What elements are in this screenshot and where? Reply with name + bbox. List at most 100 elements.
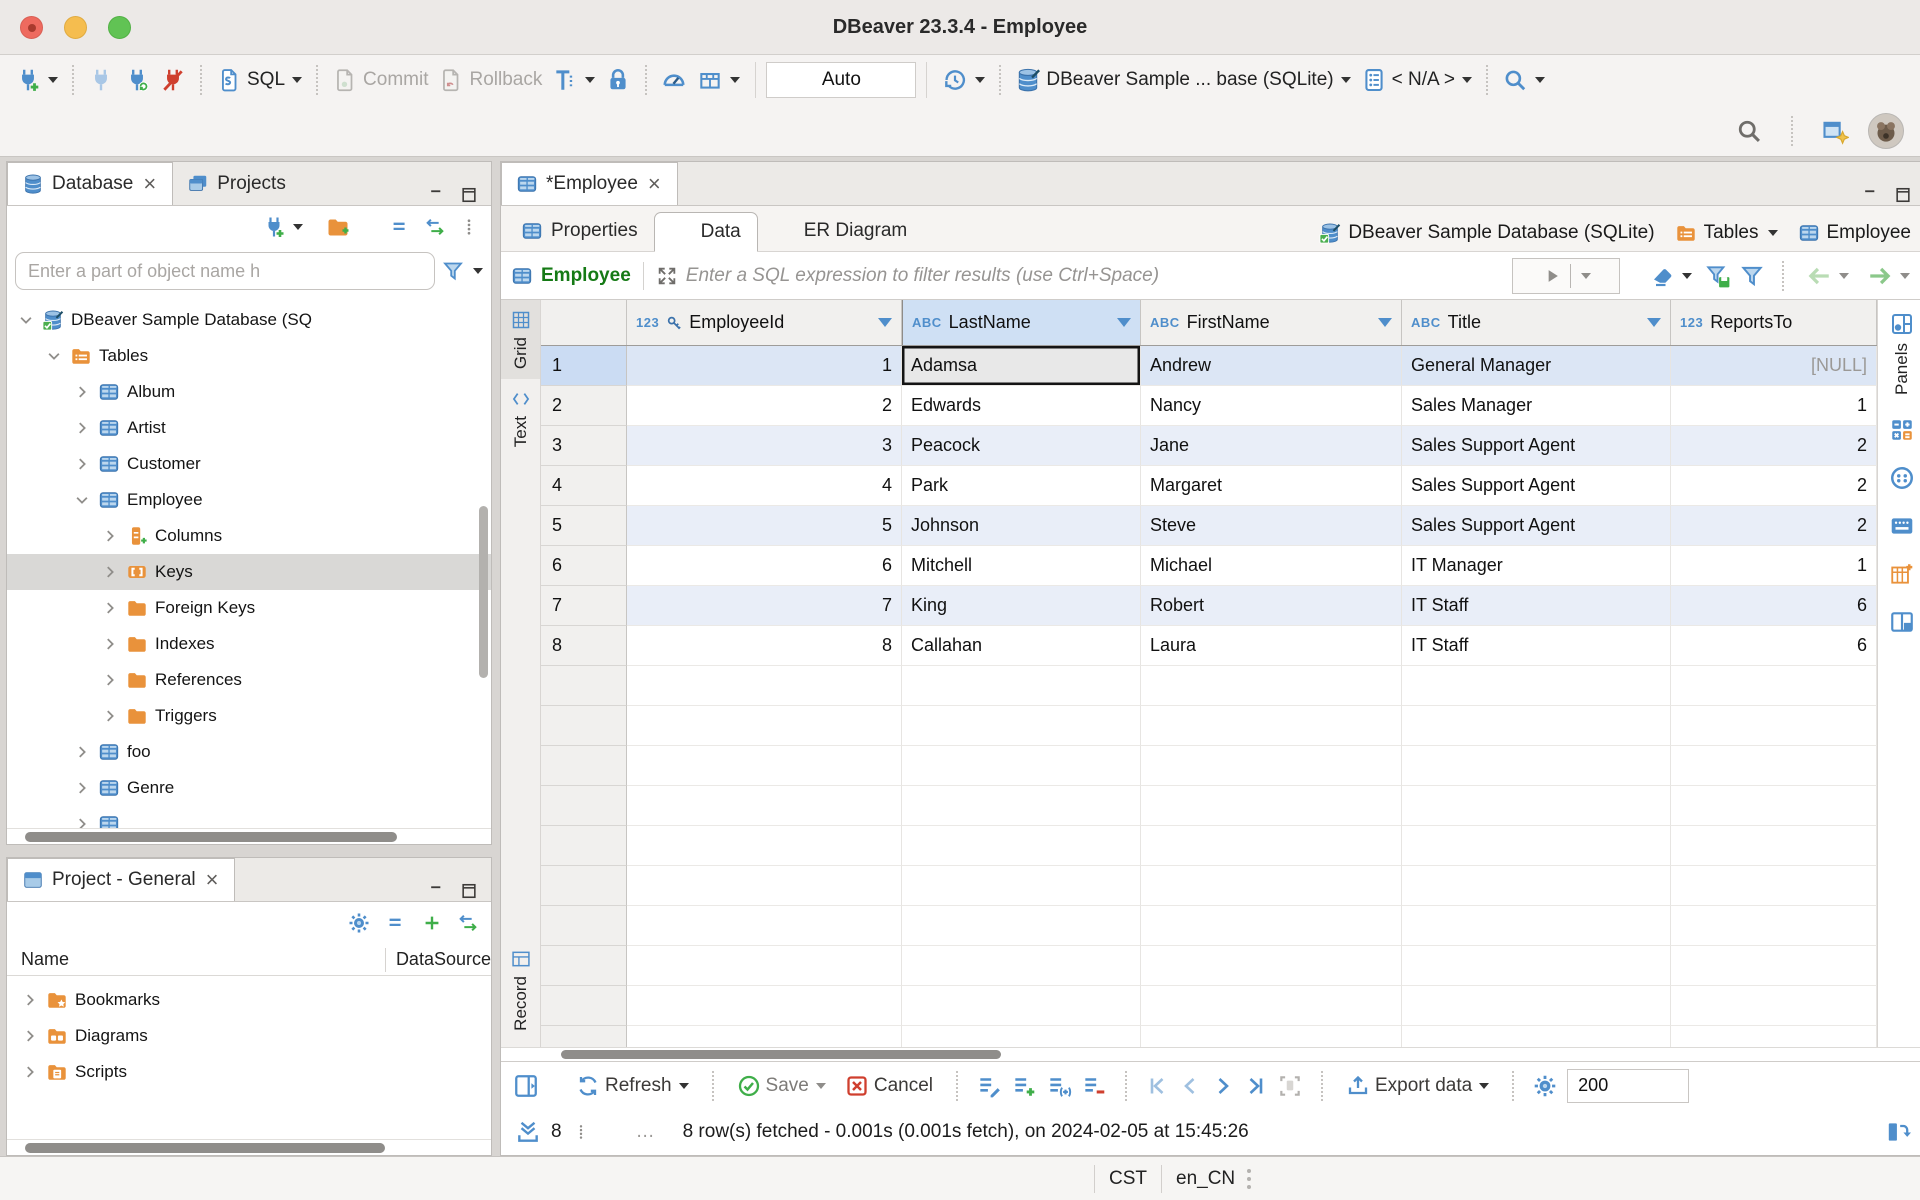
link-with-editor-icon[interactable]	[457, 912, 479, 934]
tree-item-customer[interactable]: Customer	[7, 446, 491, 482]
compare-button[interactable]	[692, 60, 745, 100]
minimize-editor-icon[interactable]	[1861, 185, 1881, 205]
quick-search-button[interactable]	[1730, 111, 1768, 151]
grid-cell[interactable]: General Manager	[1402, 346, 1671, 386]
save-button[interactable]: Save	[732, 1066, 831, 1106]
tree-item-references[interactable]: References	[7, 662, 491, 698]
grid-cell[interactable]: Sales Support Agent	[1402, 506, 1671, 546]
grid-cell[interactable]	[902, 826, 1141, 866]
maximize-editor-icon[interactable]	[1893, 185, 1913, 205]
sort-dropdown-icon[interactable]	[1647, 318, 1661, 327]
table-row[interactable]: 33PeacockJaneSales Support Agent2	[541, 426, 1877, 466]
last-row-icon[interactable]	[1244, 1074, 1268, 1098]
grid-cell[interactable]: Sales Support Agent	[1402, 466, 1671, 506]
active-schema-selector[interactable]: < N/A >	[1356, 60, 1477, 100]
grid-cell[interactable]	[1671, 706, 1877, 746]
grid-cell[interactable]: IT Staff	[1402, 626, 1671, 666]
grid-cell[interactable]: Nancy	[1141, 386, 1402, 426]
grid-cell[interactable]: Johnson	[902, 506, 1141, 546]
grid-cell[interactable]	[902, 866, 1141, 906]
empty-row[interactable]	[541, 866, 1877, 906]
grid-cell[interactable]: IT Manager	[1402, 546, 1671, 586]
grid-cell[interactable]	[1671, 826, 1877, 866]
grid-cell[interactable]: 2	[1671, 466, 1877, 506]
grid-cell[interactable]	[1141, 706, 1402, 746]
grid-cell[interactable]	[627, 866, 902, 906]
new-connection-small-button[interactable]	[257, 207, 308, 247]
panel-sash[interactable]	[6, 845, 492, 857]
presentation-tab-record[interactable]: Record	[501, 939, 540, 1047]
grid-cell[interactable]: Mitchell	[902, 546, 1141, 586]
grid-cell[interactable]	[627, 786, 902, 826]
edit-row-icon[interactable]	[976, 1073, 1002, 1099]
grid-cell[interactable]	[1671, 1026, 1877, 1047]
row-number-cell[interactable]	[541, 906, 627, 946]
metadata-panel-icon[interactable]	[1889, 465, 1915, 491]
sort-dropdown-icon[interactable]	[878, 318, 892, 327]
grid-cell[interactable]: Peacock	[902, 426, 1141, 466]
grid-cell[interactable]: 6	[1671, 626, 1877, 666]
grid-cell[interactable]: Edwards	[902, 386, 1141, 426]
row-number-cell[interactable]	[541, 986, 627, 1026]
grid-cell[interactable]	[902, 906, 1141, 946]
grid-cell[interactable]	[1402, 906, 1671, 946]
row-number-cell[interactable]	[541, 666, 627, 706]
breadcrumb-datasource[interactable]: DBeaver Sample Database (SQLite)	[1348, 222, 1654, 244]
grid-cell[interactable]: 6	[627, 546, 902, 586]
data-grid[interactable]: 123EmployeeIdABCLastNameABCFirstNameABCT…	[541, 300, 1877, 1047]
tree-vertical-scrollbar[interactable]	[479, 506, 488, 678]
next-row-icon[interactable]	[1211, 1074, 1235, 1098]
reconnect-button[interactable]	[119, 60, 155, 100]
row-number-cell[interactable]	[541, 1026, 627, 1047]
grid-cell[interactable]	[1141, 1026, 1402, 1047]
row-number-cell[interactable]: 7	[541, 586, 627, 626]
empty-row[interactable]	[541, 1026, 1877, 1047]
value-viewer-panel-icon[interactable]	[1889, 513, 1915, 539]
connect-button[interactable]	[83, 60, 119, 100]
presentation-tab-text[interactable]: Text	[501, 379, 540, 457]
tree-item-tables[interactable]: Tables	[7, 338, 491, 374]
tab-database[interactable]: Database ×	[7, 162, 173, 205]
query-history-button[interactable]	[937, 60, 990, 100]
grid-cell[interactable]	[1402, 746, 1671, 786]
open-perspective-button[interactable]	[1816, 111, 1854, 151]
collapse-all-icon[interactable]	[389, 216, 411, 238]
grid-cell[interactable]: Laura	[1141, 626, 1402, 666]
minimize-panel-icon[interactable]	[427, 881, 447, 901]
tree-item-foo[interactable]: foo	[7, 734, 491, 770]
filters-icon[interactable]	[1739, 263, 1765, 289]
presentation-tab-grid[interactable]: Grid	[501, 300, 540, 379]
grid-cell[interactable]: Jane	[1141, 426, 1402, 466]
column-header-firstname[interactable]: ABCFirstName	[1141, 300, 1402, 345]
row-number-cell[interactable]: 5	[541, 506, 627, 546]
project-item-scripts[interactable]: Scripts	[7, 1054, 491, 1090]
grid-cell[interactable]	[1141, 826, 1402, 866]
first-row-icon[interactable]	[1145, 1074, 1169, 1098]
locale-indicator[interactable]: en_CN	[1176, 1168, 1235, 1190]
save-filter-icon[interactable]	[1705, 263, 1731, 289]
column-header-employeeid[interactable]: 123EmployeeId	[627, 300, 902, 345]
tab-properties[interactable]: Properties	[505, 211, 654, 251]
minimize-panel-icon[interactable]	[427, 185, 447, 205]
search-button[interactable]	[1497, 60, 1550, 100]
grid-cell[interactable]: 8	[627, 626, 902, 666]
tree-item-triggers[interactable]: Triggers	[7, 698, 491, 734]
lock-button[interactable]	[600, 60, 636, 100]
tree-item-genre[interactable]: Genre	[7, 770, 491, 806]
grid-cell[interactable]: 7	[627, 586, 902, 626]
export-data-button[interactable]: Export data	[1341, 1066, 1494, 1106]
new-folder-button[interactable]	[321, 207, 355, 247]
grid-cell[interactable]	[1141, 866, 1402, 906]
grid-horizontal-scrollbar[interactable]	[501, 1047, 1920, 1061]
gear-icon[interactable]	[347, 911, 371, 935]
result-settings-gear-icon[interactable]	[1532, 1073, 1558, 1099]
row-number-cell[interactable]: 4	[541, 466, 627, 506]
grid-cell[interactable]: 1	[1671, 386, 1877, 426]
empty-row[interactable]	[541, 826, 1877, 866]
grid-cell[interactable]: 5	[627, 506, 902, 546]
grid-cell[interactable]	[1671, 666, 1877, 706]
tree-item-employee[interactable]: Employee	[7, 482, 491, 518]
sort-dropdown-icon[interactable]	[1117, 318, 1131, 327]
flip-layout-icon[interactable]	[1885, 1119, 1911, 1145]
table-row[interactable]: 22EdwardsNancySales Manager1	[541, 386, 1877, 426]
